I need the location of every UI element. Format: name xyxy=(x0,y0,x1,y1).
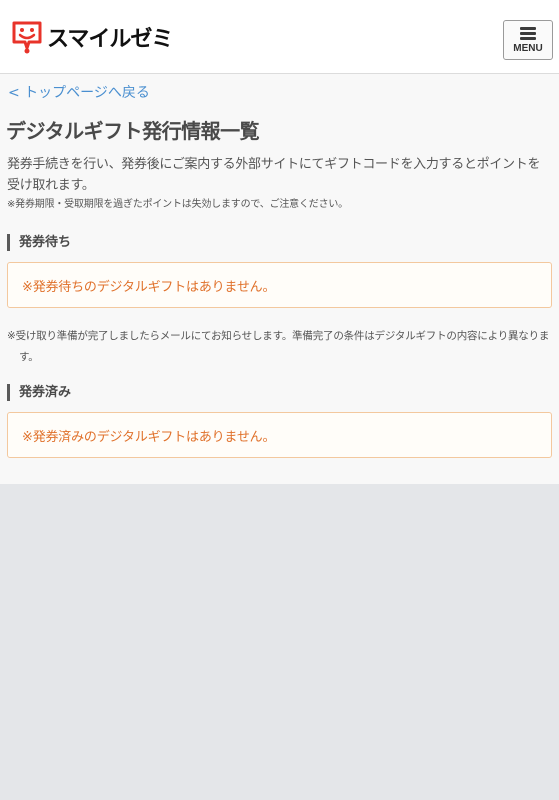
issued-section-heading: 発券済み xyxy=(7,384,71,401)
smile-face-logo-icon xyxy=(11,20,43,54)
menu-label: MENU xyxy=(513,42,543,54)
pending-section-heading: 発券待ち xyxy=(7,234,71,251)
logo-text: スマイルゼミ xyxy=(47,27,173,52)
intro-text: 発券手続きを行い、発券後にご案内する外部サイトにてギフトコードを入力するとポイン… xyxy=(7,157,541,193)
issued-empty-notice: ※発券済みのデジタルギフトはありません。 xyxy=(7,412,552,458)
pending-empty-notice: ※発券待ちのデジタルギフトはありません。 xyxy=(7,262,552,308)
main-content: < トップページへ戻る デジタルギフト発行情報一覧 発券手続きを行い、発券後にご… xyxy=(0,74,559,484)
page-title: デジタルギフト発行情報一覧 xyxy=(6,119,260,143)
site-logo[interactable]: スマイルゼミ xyxy=(11,20,173,54)
back-to-top-link[interactable]: < トップページへ戻る xyxy=(8,84,150,102)
menu-button[interactable]: MENU xyxy=(503,20,553,60)
expiry-note: ※発券期限・受取期限を過ぎたポイントは失効しますので、ご注意ください。 xyxy=(7,199,348,210)
site-header: スマイルゼミ MENU xyxy=(0,0,559,74)
hamburger-menu-icon xyxy=(520,26,536,40)
ready-note: ※受け取り準備が完了しましたらメールにてお知らせします。準備完了の条件はデジタル… xyxy=(7,330,550,363)
